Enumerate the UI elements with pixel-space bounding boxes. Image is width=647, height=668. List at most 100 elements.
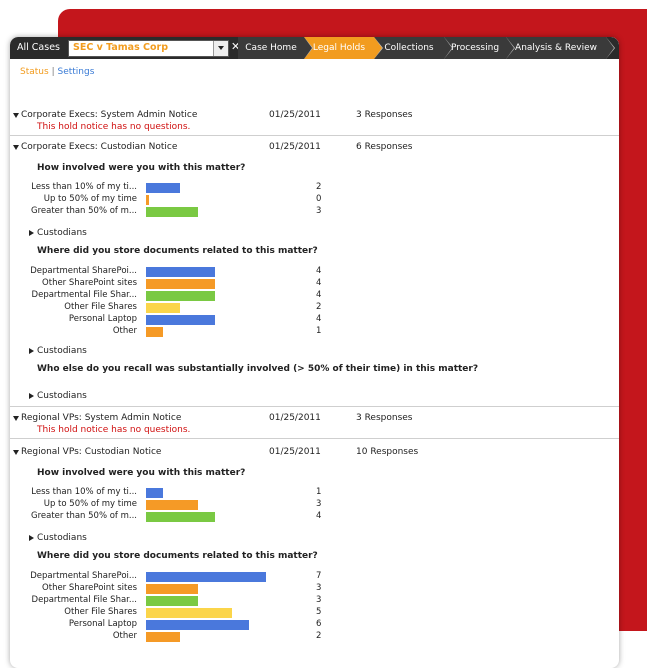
bar-label: Other File Shares: [64, 607, 137, 617]
tab-legal-holds[interactable]: Legal Holds: [304, 37, 383, 59]
divider: [10, 438, 619, 439]
caret-down-icon[interactable]: [13, 145, 19, 150]
tab-label: Analysis & Review: [515, 43, 597, 53]
caret-right-icon[interactable]: [29, 535, 34, 541]
notice-responses: 3 Responses: [356, 413, 413, 423]
tab-label: Processing: [450, 43, 500, 53]
bar-count: 6: [316, 619, 322, 629]
bar-label: Personal Laptop: [68, 619, 137, 629]
tab-analysis-review[interactable]: Analysis & Review: [506, 37, 615, 59]
bar-label: Departmental SharePoi...: [30, 266, 137, 276]
bar-count: 5: [316, 607, 322, 617]
response-bar: [146, 291, 215, 301]
bar-count: 4: [316, 511, 322, 521]
all-cases-link[interactable]: All Cases: [17, 42, 60, 53]
notice-name: Regional VPs: Custodian Notice: [21, 447, 162, 457]
bar-count: 2: [316, 631, 322, 641]
bar-label: Departmental File Shar...: [31, 595, 137, 605]
question-title: Where did you store documents related to…: [37, 246, 318, 256]
status-link[interactable]: Status: [20, 67, 49, 77]
bar-label: Up to 50% of my time: [43, 499, 137, 509]
caret-down-icon[interactable]: [13, 416, 19, 421]
tab-label: Collections: [384, 43, 434, 53]
bar-count: 1: [316, 326, 322, 336]
chevron-down-icon[interactable]: [213, 41, 228, 56]
bar-count: 0: [316, 194, 322, 204]
notice-responses: 10 Responses: [356, 447, 419, 457]
case-select-value: SEC v Tamas Corp: [73, 42, 169, 53]
bar-count: 7: [316, 571, 322, 581]
bar-count: 1: [316, 487, 322, 497]
caret-right-icon[interactable]: [29, 348, 34, 354]
notice-responses: 3 Responses: [356, 110, 413, 120]
response-bar: [146, 632, 181, 642]
tab-collections[interactable]: Collections: [374, 37, 453, 59]
notice-date: 01/25/2011: [269, 413, 321, 423]
response-bar: [146, 279, 215, 289]
caret-down-icon[interactable]: [13, 113, 19, 118]
bar-label: Other SharePoint sites: [42, 278, 137, 288]
bar-label: Other: [112, 631, 137, 641]
response-bar: [146, 315, 215, 325]
sub-nav: Status | Settings: [20, 67, 94, 77]
response-bar: [146, 183, 181, 193]
notice-date: 01/25/2011: [269, 447, 321, 457]
tab-label: Case Home: [245, 43, 297, 53]
bar-label: Other File Shares: [64, 302, 137, 312]
bar-label: Greater than 50% of m...: [31, 206, 137, 216]
bar-label: Less than 10% of my ti...: [31, 487, 137, 497]
notice-date: 01/25/2011: [269, 142, 321, 152]
bar-count: 3: [316, 595, 322, 605]
bar-label: Greater than 50% of m...: [31, 511, 137, 521]
caret-right-icon[interactable]: [29, 230, 34, 236]
notice-date: 01/25/2011: [269, 110, 321, 120]
divider: [10, 406, 619, 407]
subnav-separator: |: [51, 67, 55, 77]
custodians-label: Custodians: [37, 533, 87, 543]
bar-label: Personal Laptop: [68, 314, 137, 324]
bar-count: 3: [316, 499, 322, 509]
caret-down-icon[interactable]: [13, 450, 19, 455]
no-questions-text: This hold notice has no questions.: [37, 122, 191, 132]
bar-count: 4: [316, 266, 322, 276]
response-bar: [146, 584, 198, 594]
bar-label: Departmental SharePoi...: [30, 571, 137, 581]
bar-label: Less than 10% of my ti...: [31, 182, 137, 192]
response-bar: [146, 608, 232, 618]
tab-processing[interactable]: Processing: [444, 37, 515, 59]
bar-count: 4: [316, 290, 322, 300]
caret-right-icon[interactable]: [29, 393, 34, 399]
response-bar: [146, 620, 250, 630]
response-bar: [146, 327, 164, 337]
tab-case-home[interactable]: Case Home: [238, 37, 313, 59]
question-title: Who else do you recall was substantially…: [37, 364, 479, 374]
notice-responses: 6 Responses: [356, 142, 413, 152]
custodians-label: Custodians: [37, 346, 87, 356]
bar-count: 2: [316, 182, 322, 192]
legal-holds-panel: All Cases SEC v Tamas Corp ✕ Case Home Le…: [10, 37, 619, 668]
response-bar: [146, 488, 164, 498]
response-bar: [146, 596, 198, 606]
response-bar: [146, 500, 198, 510]
divider: [10, 135, 619, 136]
bar-label: Other: [112, 326, 137, 336]
case-select[interactable]: SEC v Tamas Corp: [68, 40, 229, 57]
notice-name: Regional VPs: System Admin Notice: [21, 413, 182, 423]
settings-link[interactable]: Settings: [57, 67, 94, 77]
response-bar: [146, 267, 215, 277]
tab-label: Legal Holds: [312, 43, 366, 53]
bar-count: 3: [316, 583, 322, 593]
bar-count: 2: [316, 302, 322, 312]
bar-label: Other SharePoint sites: [42, 583, 137, 593]
response-bar: [146, 512, 215, 522]
response-bar: [146, 207, 198, 217]
bar-count: 4: [316, 314, 322, 324]
bar-count: 4: [316, 278, 322, 288]
top-nav-bar: All Cases SEC v Tamas Corp ✕ Case Home Le…: [10, 37, 619, 59]
bar-label: Up to 50% of my time: [43, 194, 137, 204]
bar-label: Departmental File Shar...: [31, 290, 137, 300]
response-bar: [146, 572, 267, 582]
question-title: How involved were you with this matter?: [37, 468, 246, 478]
response-bar: [146, 195, 149, 205]
question-title: How involved were you with this matter?: [37, 163, 246, 173]
